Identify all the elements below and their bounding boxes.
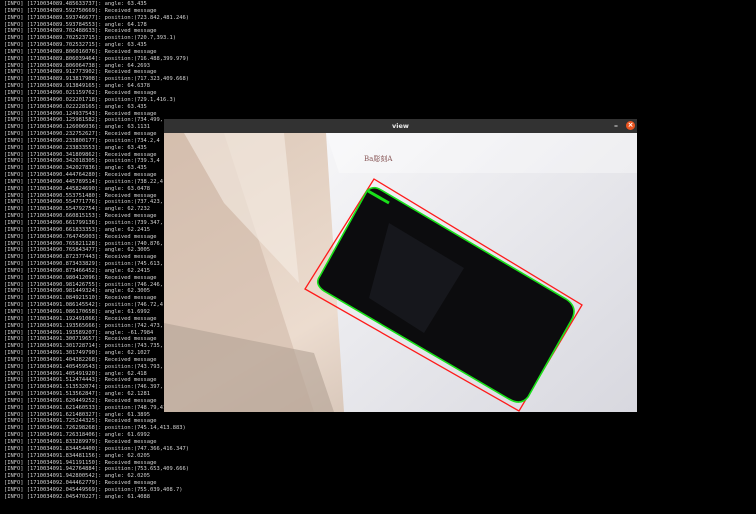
log-line: [INFO] [1710034092.045470227]: angle: 61…	[4, 493, 151, 500]
log-line: [INFO] [1710034092.044462779]: Received …	[4, 480, 157, 487]
log-line: [INFO] [1710034090.022201718]: position:…	[4, 96, 177, 103]
log-line: [INFO] [1710034091.621480327]: angle: 61…	[4, 411, 151, 418]
log-line: [INFO] [1710034091.725244325]: Received …	[4, 418, 157, 425]
log-line: [INFO] [1710034089.913817908]: position:…	[4, 76, 189, 83]
log-line: [INFO] [1710034089.593746677]: position:…	[4, 14, 189, 21]
log-line: [INFO] [1710034089.913849165]: angle: 64…	[4, 83, 151, 90]
log-line: [INFO] [1710034089.912773902]: Received …	[4, 69, 157, 76]
log-line: [INFO] [1710034090.021159762]: Received …	[4, 89, 157, 96]
log-line: [INFO] [1710034089.702488633]: Received …	[4, 28, 157, 35]
camera-image: Ba彫刻A	[164, 133, 637, 412]
log-line: [INFO] [1710034089.806064738]: angle: 64…	[4, 62, 151, 69]
log-line: [INFO] [1710034090.022228165]: angle: 63…	[4, 103, 147, 110]
log-line: [INFO] [1710034089.702523715]: position:…	[4, 35, 177, 42]
log-line: [INFO] [1710034092.045449569]: position:…	[4, 486, 183, 493]
window-title: view	[392, 122, 409, 130]
close-button[interactable]: ×	[626, 121, 635, 130]
view-window[interactable]: view – × Ba彫刻A	[164, 119, 637, 412]
paper-handwriting: Ba彫刻A	[364, 154, 393, 163]
log-line: [INFO] [1710034091.942800542]: angle: 62…	[4, 473, 151, 480]
log-line: [INFO] [1710034091.942764884]: position:…	[4, 466, 189, 473]
log-line: [INFO] [1710034089.592750669]: Received …	[4, 7, 157, 14]
paper-shadow	[326, 133, 637, 173]
log-line: [INFO] [1710034091.834454400]: position:…	[4, 445, 189, 452]
minimize-button[interactable]: –	[611, 120, 621, 131]
log-line: [INFO] [1710034091.726318406]: angle: 61…	[4, 432, 151, 439]
log-line: [INFO] [1710034089.806016076]: Received …	[4, 48, 157, 55]
log-line: [INFO] [1710034089.485633737]: angle: 63…	[4, 1, 147, 7]
window-titlebar[interactable]: view – ×	[164, 119, 637, 133]
log-line: [INFO] [1710034090.124937543]: Received …	[4, 110, 157, 117]
log-line: [INFO] [1710034091.726298268]: position:…	[4, 425, 186, 432]
log-line: [INFO] [1710034089.593784553]: angle: 64…	[4, 21, 147, 28]
log-line: [INFO] [1710034091.834481156]: angle: 62…	[4, 452, 151, 459]
log-line: [INFO] [1710034089.702532715]: angle: 63…	[4, 42, 147, 49]
log-line: [INFO] [1710034089.806039464]: position:…	[4, 55, 189, 62]
log-line: [INFO] [1710034091.941191150]: Received …	[4, 459, 157, 466]
log-line: [INFO] [1710034091.833289979]: Received …	[4, 439, 157, 445]
